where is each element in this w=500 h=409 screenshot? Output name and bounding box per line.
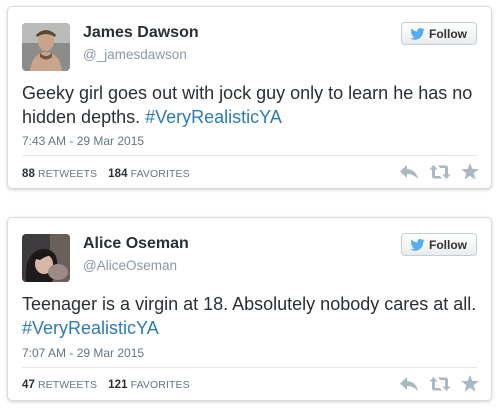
favorite-count-label: FAVORITES (130, 379, 190, 391)
favorite-count-label: FAVORITES (130, 168, 190, 180)
tweet-actions (399, 375, 479, 392)
tweet-card: Alice Oseman @AliceOseman Follow Teenage… (7, 217, 492, 401)
twitter-bird-icon (410, 27, 425, 40)
retweet-icon[interactable] (429, 376, 451, 392)
retweet-icon[interactable] (429, 164, 451, 180)
retweet-count-label: RETWEETS (38, 379, 98, 391)
tweet-text: Teenager is a virgin at 18. Absolutely n… (22, 292, 482, 340)
retweet-count[interactable]: 88 RETWEETS (22, 168, 97, 180)
author-handle[interactable]: @AliceOseman (83, 258, 177, 273)
divider (22, 155, 477, 156)
retweet-count-label: RETWEETS (38, 168, 98, 180)
author-handle[interactable]: @_jamesdawson (83, 47, 187, 62)
timestamp[interactable]: 7:43 AM - 29 Mar 2015 (22, 134, 144, 148)
author-name[interactable]: Alice Oseman (83, 235, 189, 253)
author-name[interactable]: James Dawson (83, 24, 199, 42)
tweet-stats: 47 RETWEETS 121 FAVORITES (22, 379, 198, 391)
star-icon[interactable] (461, 163, 479, 180)
favorite-count-value: 121 (108, 379, 128, 391)
follow-label: Follow (429, 237, 467, 252)
star-icon[interactable] (461, 375, 479, 392)
avatar[interactable] (22, 23, 70, 71)
tweet-body: Teenager is a virgin at 18. Absolutely n… (22, 294, 477, 314)
hashtag-link[interactable]: #VeryRealisticYA (145, 107, 282, 127)
favorite-count[interactable]: 184 FAVORITES (108, 168, 190, 180)
reply-icon[interactable] (399, 164, 419, 180)
favorite-count-value: 184 (108, 168, 128, 180)
tweet-actions (399, 163, 479, 180)
divider (22, 367, 477, 368)
timestamp[interactable]: 7:07 AM - 29 Mar 2015 (22, 346, 144, 360)
favorite-count[interactable]: 121 FAVORITES (108, 379, 190, 391)
hashtag-link[interactable]: #VeryRealisticYA (22, 318, 159, 338)
follow-button[interactable]: Follow (401, 233, 477, 256)
avatar[interactable] (22, 234, 70, 282)
tweet-card: James Dawson @_jamesdawson Follow Geeky … (7, 6, 492, 189)
reply-icon[interactable] (399, 376, 419, 392)
follow-button[interactable]: Follow (401, 22, 477, 45)
tweet-text: Geeky girl goes out with jock guy only t… (22, 81, 482, 129)
retweet-count[interactable]: 47 RETWEETS (22, 379, 97, 391)
retweet-count-value: 47 (22, 379, 35, 391)
follow-label: Follow (429, 26, 467, 41)
tweet-stats: 88 RETWEETS 184 FAVORITES (22, 168, 198, 180)
twitter-bird-icon (410, 238, 425, 251)
retweet-count-value: 88 (22, 168, 35, 180)
